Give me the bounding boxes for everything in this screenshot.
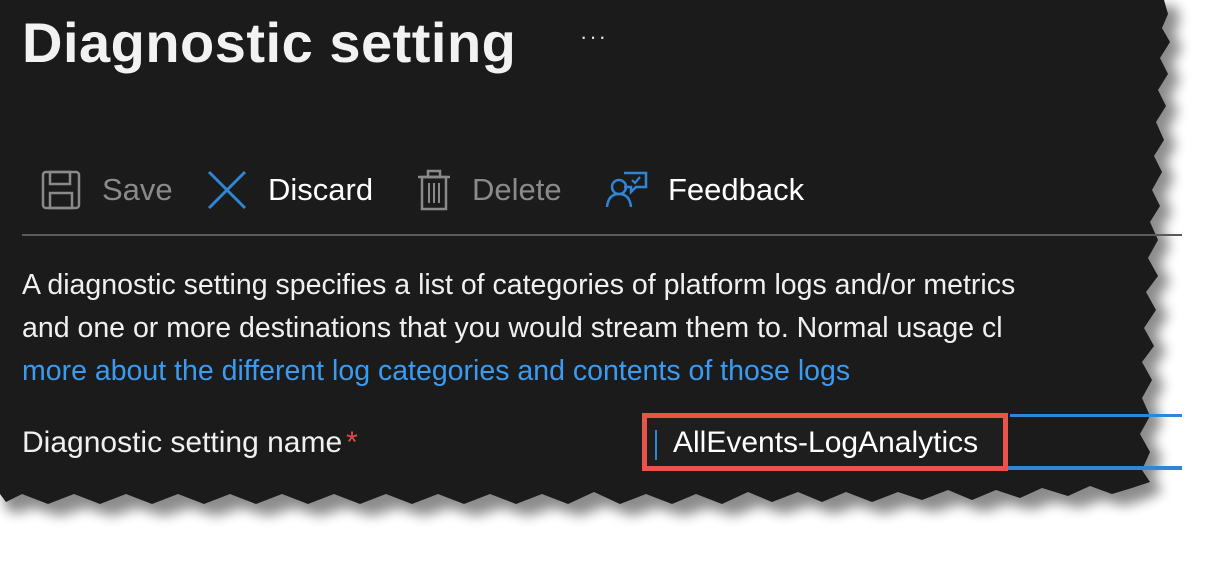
save-button[interactable]: Save [40, 160, 173, 220]
page-title: Diagnostic setting [22, 11, 517, 74]
setting-name-label: Diagnostic setting name * [22, 426, 358, 460]
close-icon [206, 169, 248, 211]
description-text: A diagnostic setting specifies a list of… [22, 264, 1218, 393]
description-line-1: A diagnostic setting specifies a list of… [22, 269, 1016, 301]
feedback-button[interactable]: Feedback [604, 160, 804, 220]
toolbar-divider [22, 234, 1182, 236]
discard-label: Discard [268, 172, 374, 207]
description-line-2: and one or more destinations that you wo… [22, 312, 1003, 344]
delete-label: Delete [472, 172, 562, 207]
learn-more-link[interactable]: more about the different log categories … [22, 350, 1218, 393]
setting-name-input[interactable]: AllEvents-LogAnalytics [642, 413, 1008, 471]
screenshot-stage: Diagnostic setting ··· Save Discard Dele… [0, 0, 1218, 562]
setting-name-value: AllEvents-LogAnalytics [673, 426, 979, 459]
ellipsis-icon[interactable]: ··· [580, 24, 608, 50]
input-border-top [1010, 414, 1182, 417]
delete-button[interactable]: Delete [416, 160, 562, 220]
trash-icon [416, 169, 452, 211]
input-caret [655, 430, 657, 460]
setting-name-label-text: Diagnostic setting name [22, 426, 343, 459]
feedback-label: Feedback [668, 172, 805, 207]
feedback-icon [604, 169, 648, 211]
discard-button[interactable]: Discard [206, 160, 373, 220]
save-icon [40, 169, 82, 211]
required-marker: * [346, 426, 358, 459]
save-label: Save [102, 172, 173, 207]
